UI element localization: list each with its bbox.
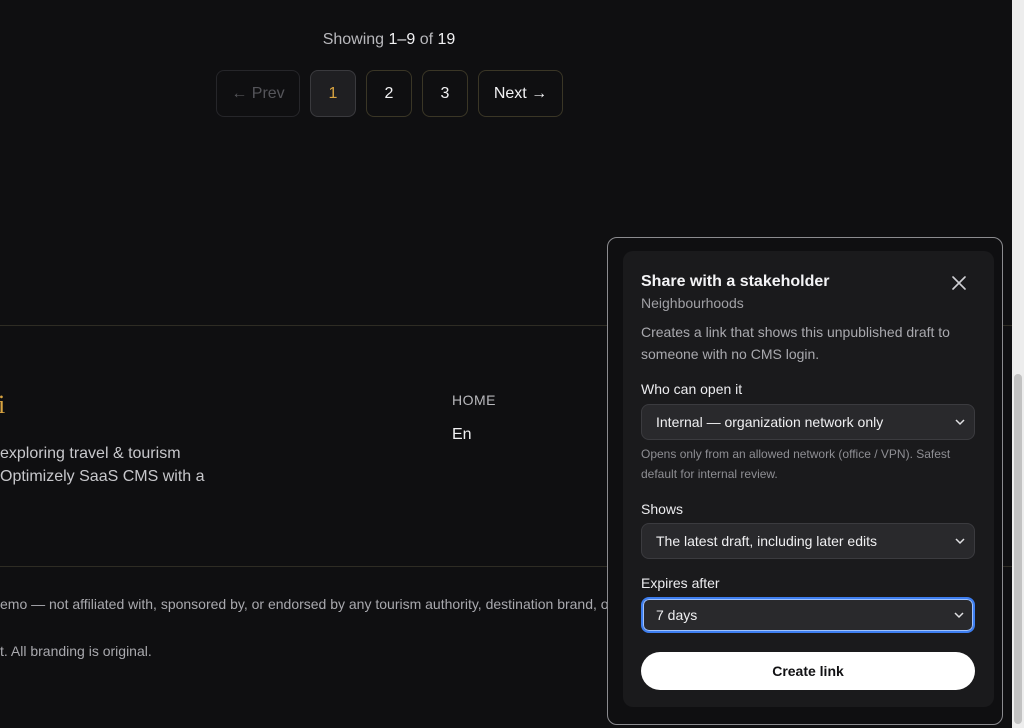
dialog-title: Share with a stakeholder <box>641 273 830 290</box>
showing-of: of <box>419 31 434 48</box>
showing-range: 1–9 <box>388 31 416 48</box>
pagination: ← Prev 1 2 3 Next → <box>216 70 563 117</box>
chevron-down-icon <box>954 612 964 619</box>
language-link[interactable]: En <box>452 426 472 444</box>
access-select-value: Internal — organization network only <box>656 414 884 430</box>
page-3-button[interactable]: 3 <box>422 70 468 117</box>
showing-prefix: Showing <box>322 31 385 48</box>
close-icon[interactable] <box>949 273 969 293</box>
expires-label: Expires after <box>641 575 720 591</box>
footer-about-line-2: Optimizely SaaS CMS with a <box>0 468 205 485</box>
shows-select-value: The latest draft, including later edits <box>656 533 878 549</box>
share-dialog-frame: Share with a stakeholder Neighbourhoods … <box>607 237 1003 725</box>
next-page-button[interactable]: Next → <box>478 70 563 117</box>
footer-brand-fragment[interactable]: i <box>0 390 5 420</box>
prev-page-button[interactable]: ← Prev <box>216 70 300 117</box>
scrollbar-thumb[interactable] <box>1014 374 1022 724</box>
chevron-down-icon <box>955 419 965 426</box>
dialog-description: Creates a link that shows this unpublish… <box>641 324 950 362</box>
pagination-summary: Showing 1–9 of 19 <box>0 31 778 49</box>
showing-total: 19 <box>437 31 456 48</box>
page-scrollbar[interactable] <box>1012 0 1024 728</box>
page-1-button[interactable]: 1 <box>310 70 356 117</box>
expires-select-value: 7 days <box>656 607 698 623</box>
expires-select[interactable]: 7 days <box>641 597 975 633</box>
footer-disclaimer: emo — not affiliated with, sponsored by,… <box>0 596 625 612</box>
page-2-button[interactable]: 2 <box>366 70 412 117</box>
create-link-button[interactable]: Create link <box>641 652 975 690</box>
footer-about: exploring travel & tourism Optimizely Sa… <box>0 442 205 488</box>
share-dialog: Share with a stakeholder Neighbourhoods … <box>623 251 994 707</box>
footer-about-line-1: exploring travel & tourism <box>0 445 181 462</box>
footer-nav-home[interactable]: HOME <box>452 392 496 408</box>
chevron-down-icon <box>955 538 965 545</box>
shows-select[interactable]: The latest draft, including later edits <box>641 523 975 559</box>
access-select[interactable]: Internal — organization network only <box>641 404 975 440</box>
shows-label: Shows <box>641 501 684 517</box>
dialog-subtitle: Neighbourhoods <box>641 295 744 311</box>
access-hint: Opens only from an allowed network (offi… <box>641 447 951 481</box>
footer-branding-note: t. All branding is original. <box>0 643 152 659</box>
access-label: Who can open it <box>641 381 743 397</box>
